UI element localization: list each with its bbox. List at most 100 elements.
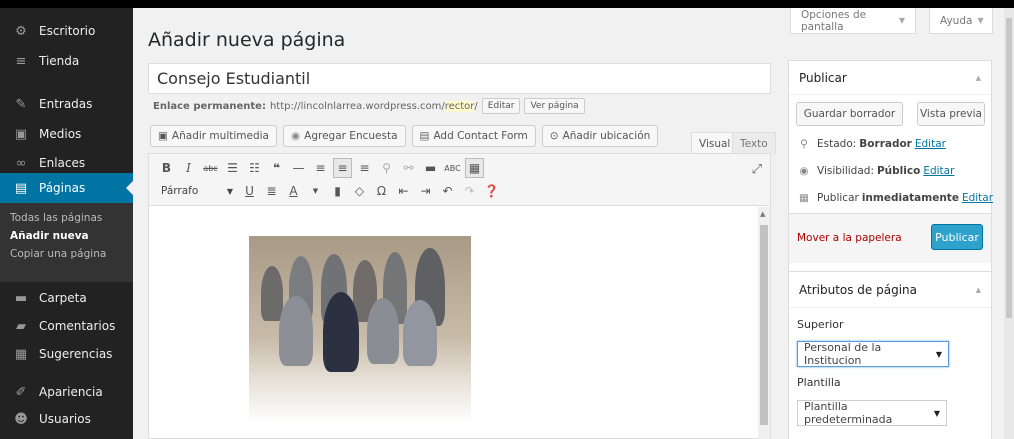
page-scrollbar-thumb[interactable] <box>1006 18 1012 318</box>
format-select[interactable]: Párrafo ▼ <box>157 181 237 201</box>
add-location-button[interactable]: ⊙ Añadir ubicación <box>541 125 659 147</box>
sidebar-item-medios[interactable]: ▣ Medios <box>0 119 133 149</box>
sidebar-item-entradas[interactable]: ✎ Entradas <box>0 89 133 119</box>
scrollbar-thumb[interactable] <box>760 225 768 425</box>
photo-figure <box>261 266 283 321</box>
sidebar-item-usuarios[interactable]: ☻ Usuarios <box>0 404 133 434</box>
add-location-label: Añadir ubicación <box>562 130 651 142</box>
add-media-button[interactable]: ▣ Añadir multimedia <box>150 125 277 147</box>
sidebar-item-label: Apariencia <box>39 385 103 399</box>
italic-icon[interactable]: I <box>179 158 198 178</box>
chevron-down-icon: ▼ <box>898 16 905 25</box>
add-poll-button[interactable]: ◉ Agregar Encuesta <box>282 125 406 147</box>
horizontal-rule-icon[interactable]: — <box>289 158 308 178</box>
visibility-label: Visibilidad: <box>817 165 874 177</box>
redo-icon[interactable]: ↷ <box>460 181 479 201</box>
read-more-icon[interactable]: ▬ <box>421 158 440 178</box>
help-icon[interactable]: ❓ <box>482 181 501 201</box>
sidebar-item-sugerencias[interactable]: ▦ Sugerencias <box>0 339 133 369</box>
paste-text-icon[interactable]: ▮ <box>328 181 347 201</box>
sidebar-item-comentarios[interactable]: ▰ Comentarios <box>0 311 133 341</box>
text-color-icon[interactable]: A <box>284 181 303 201</box>
media-icon: ▣ <box>158 130 168 142</box>
bold-icon[interactable]: B <box>157 158 176 178</box>
preview-button[interactable]: Vista previa <box>917 102 985 126</box>
edit-visibility-link[interactable]: Editar <box>923 165 954 177</box>
help-label: Ayuda <box>940 14 973 27</box>
add-media-label: Añadir multimedia <box>171 130 269 142</box>
tab-text[interactable]: Texto <box>732 132 776 154</box>
status-label: Estado: <box>817 138 857 150</box>
align-center-icon[interactable]: ≡ <box>333 158 352 178</box>
fullscreen-icon[interactable]: ⤢ <box>752 162 762 177</box>
sidebar-item-apariencia[interactable]: ✐ Apariencia <box>0 377 133 407</box>
undo-icon[interactable]: ↶ <box>438 181 457 201</box>
status-row: ⚲ Estado: Borrador Editar <box>797 138 946 150</box>
submenu-item-all-pages[interactable]: Todas las páginas <box>0 209 133 227</box>
media-icon: ▣ <box>14 126 28 142</box>
sidebar-item-paginas[interactable]: ▤ Páginas <box>0 173 133 203</box>
content-editor[interactable]: B I abc ☰ ☷ ❝ — ≡ ≡ ≡ ⚲ ⚯ ▬ ABC ▦ Párraf… <box>148 153 771 439</box>
underline-icon[interactable]: U <box>240 181 259 201</box>
screen-options-tab[interactable]: Opciones de pantalla ▼ <box>790 8 916 34</box>
spellcheck-icon[interactable]: ABC <box>443 158 462 178</box>
bullet-list-icon[interactable]: ☰ <box>223 158 242 178</box>
indent-icon[interactable]: ⇥ <box>416 181 435 201</box>
outdent-icon[interactable]: ⇤ <box>394 181 413 201</box>
add-contact-form-button[interactable]: ▤ Add Contact Form <box>411 125 536 147</box>
help-tab[interactable]: Ayuda ▼ <box>929 8 993 34</box>
location-pin-icon: ⊙ <box>549 130 559 142</box>
collapse-toggle-icon[interactable]: ▲ <box>976 74 981 82</box>
sidebar-item-carpeta[interactable]: ▬ Carpeta <box>0 283 133 313</box>
scroll-up-icon[interactable]: ▲ <box>760 210 765 218</box>
template-select[interactable]: Plantilla predeterminada ▼ <box>797 400 947 426</box>
unlink-icon[interactable]: ⚯ <box>399 158 418 178</box>
justify-icon[interactable]: ≣ <box>262 181 281 201</box>
toolbar-row-1: B I abc ☰ ☷ ❝ — ≡ ≡ ≡ ⚲ ⚯ ▬ ABC ▦ <box>157 158 484 178</box>
publish-button[interactable]: Publicar <box>931 224 983 250</box>
view-page-button[interactable]: Ver página <box>524 98 585 114</box>
permalink-base: http://lincolnlarrea.wordpress.com/ <box>269 100 445 112</box>
page-title: Añadir nueva página <box>148 29 346 51</box>
post-title-input[interactable] <box>148 63 771 94</box>
sidebar-item-label: Escritorio <box>39 24 96 38</box>
align-left-icon[interactable]: ≡ <box>311 158 330 178</box>
blockquote-icon[interactable]: ❝ <box>267 158 286 178</box>
page-scrollbar[interactable] <box>1004 8 1014 439</box>
insert-link-icon[interactable]: ⚲ <box>377 158 396 178</box>
photo-figure <box>323 292 359 372</box>
sidebar-item-label: Carpeta <box>39 291 87 305</box>
submenu-item-add-new[interactable]: Añadir nueva <box>0 227 133 245</box>
collapse-toggle-icon[interactable]: ▲ <box>976 286 981 294</box>
publish-box-header[interactable]: Publicar ▲ <box>789 61 991 95</box>
editor-scrollbar[interactable]: ▲ <box>758 207 770 439</box>
sidebar-item-escritorio[interactable]: ⚙ Escritorio <box>0 16 133 46</box>
eye-icon: ◉ <box>799 165 809 177</box>
sidebar-item-tienda[interactable]: ≡ Tienda <box>0 46 133 76</box>
parent-select[interactable]: Personal de la Institucion ▼ <box>797 341 949 367</box>
special-character-icon[interactable]: Ω <box>372 181 391 201</box>
comment-icon: ▰ <box>16 318 26 334</box>
format-select-value: Párrafo <box>161 185 199 197</box>
users-icon: ☻ <box>14 411 28 427</box>
schedule-row: ▦ Publicar inmediatamente Editar <box>797 192 993 204</box>
admin-bar <box>0 0 1014 8</box>
publish-time-label: Publicar <box>817 192 859 204</box>
sidebar-item-label: Páginas <box>39 181 86 195</box>
move-to-trash-link[interactable]: Mover a la papelera <box>797 232 902 244</box>
chevron-down-icon[interactable]: ▼ <box>306 181 325 201</box>
numbered-list-icon[interactable]: ☷ <box>245 158 264 178</box>
embedded-group-photo[interactable] <box>249 236 471 423</box>
strikethrough-icon[interactable]: abc <box>201 158 220 178</box>
sidebar-item-label: Medios <box>39 127 82 141</box>
permalink-slug[interactable]: rector <box>444 100 475 112</box>
edit-schedule-link[interactable]: Editar <box>962 192 993 204</box>
page-attributes-header[interactable]: Atributos de página ▲ <box>789 272 991 308</box>
clear-formatting-icon[interactable]: ◇ <box>350 181 369 201</box>
save-draft-button[interactable]: Guardar borrador <box>796 102 903 126</box>
edit-permalink-button[interactable]: Editar <box>481 98 521 114</box>
align-right-icon[interactable]: ≡ <box>355 158 374 178</box>
edit-status-link[interactable]: Editar <box>915 138 946 150</box>
toolbar-toggle-icon[interactable]: ▦ <box>465 158 484 178</box>
submenu-item-copy-page[interactable]: Copiar una página <box>0 245 133 263</box>
